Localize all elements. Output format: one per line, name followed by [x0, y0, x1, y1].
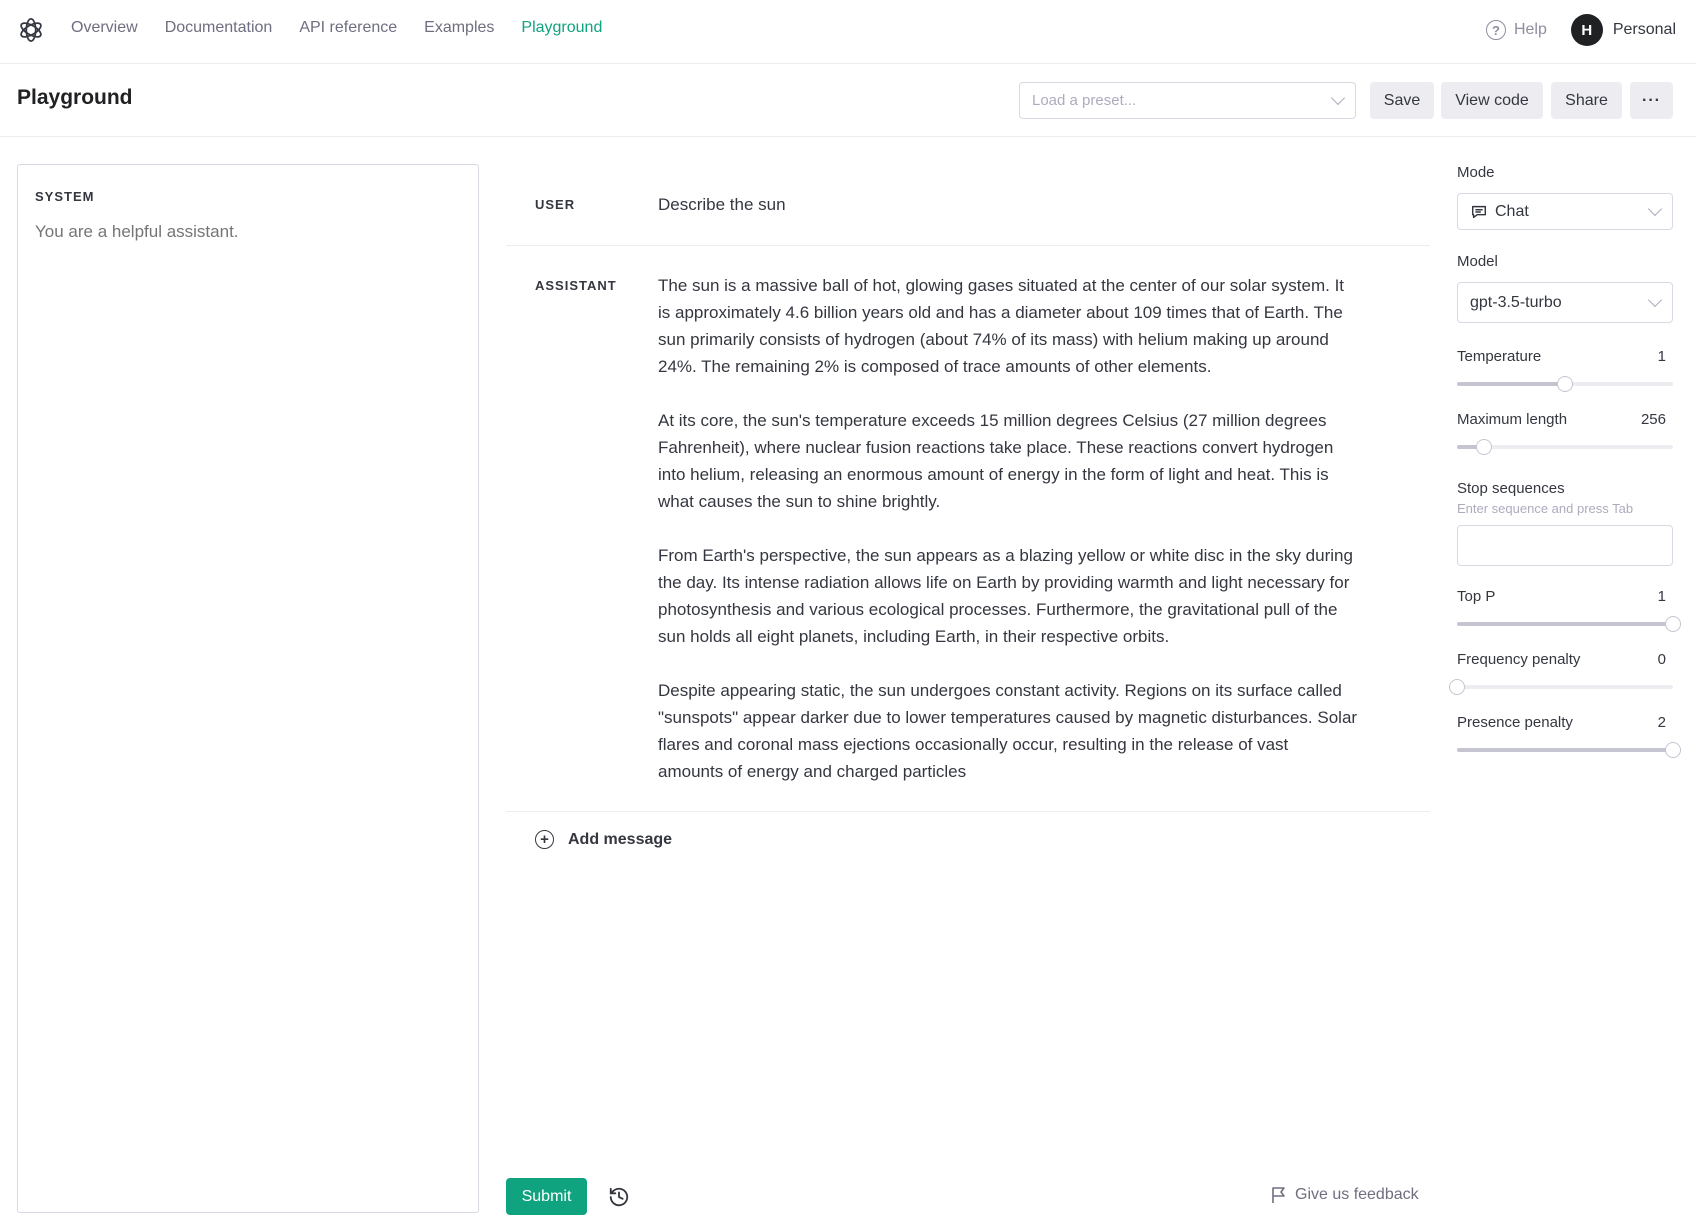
- nav-links: Overview Documentation API reference Exa…: [71, 19, 602, 37]
- message-content[interactable]: The sun is a massive ball of hot, glowin…: [658, 272, 1358, 785]
- question-circle-icon: ?: [1485, 20, 1506, 40]
- feedback-label: Give us feedback: [1295, 1186, 1419, 1203]
- slider-thumb[interactable]: [1476, 439, 1492, 455]
- message-assistant: ASSISTANT The sun is a massive ball of h…: [506, 246, 1430, 812]
- feedback-link[interactable]: Give us feedback: [1271, 1186, 1419, 1204]
- preset-select[interactable]: Load a preset...: [1019, 82, 1356, 119]
- stop-sequences-input[interactable]: [1457, 525, 1673, 566]
- openai-logo-icon[interactable]: [17, 16, 45, 44]
- top-p-control: Top P 1: [1457, 588, 1681, 634]
- slider-thumb[interactable]: [1449, 679, 1465, 695]
- save-button[interactable]: Save: [1370, 82, 1434, 119]
- role-label-assistant[interactable]: ASSISTANT: [535, 272, 658, 785]
- frequency-penalty-value[interactable]: 0: [1658, 651, 1666, 668]
- paragraph: Despite appearing static, the sun underg…: [658, 681, 1358, 781]
- account-label: Personal: [1612, 21, 1676, 38]
- frequency-penalty-slider[interactable]: [1449, 677, 1673, 697]
- message-user: USER Describe the sun: [506, 164, 1430, 246]
- system-panel: SYSTEM: [17, 164, 479, 1213]
- nav-api-reference[interactable]: API reference: [299, 19, 397, 37]
- presence-penalty-label: Presence penalty: [1457, 714, 1573, 731]
- paragraph: The sun is a massive ball of hot, glowin…: [658, 276, 1345, 376]
- max-length-slider[interactable]: [1457, 437, 1673, 457]
- nav-right: ? Help H Personal: [1485, 14, 1676, 46]
- slider-thumb[interactable]: [1665, 616, 1681, 632]
- paragraph: From Earth's perspective, the sun appear…: [658, 546, 1353, 646]
- max-length-value[interactable]: 256: [1641, 411, 1666, 428]
- nav-playground[interactable]: Playground: [521, 19, 602, 37]
- temperature-value[interactable]: 1: [1658, 348, 1666, 365]
- view-code-button[interactable]: View code: [1441, 82, 1543, 119]
- page-header: Playground Load a preset... Save View co…: [0, 64, 1696, 137]
- submit-button[interactable]: Submit: [506, 1178, 587, 1215]
- top-p-label: Top P: [1457, 588, 1496, 605]
- presence-penalty-control: Presence penalty 2: [1457, 714, 1681, 760]
- chat-icon: [1471, 205, 1487, 218]
- history-icon[interactable]: [608, 1186, 630, 1208]
- stop-sequences-hint: Enter sequence and press Tab: [1457, 501, 1634, 516]
- stop-sequences-label: Stop sequences: [1457, 480, 1565, 497]
- message-content[interactable]: Describe the sun: [658, 195, 786, 215]
- conversation: USER Describe the sun ASSISTANT The sun …: [506, 164, 1430, 867]
- role-label-user[interactable]: USER: [535, 197, 658, 212]
- temperature-label: Temperature: [1457, 348, 1542, 365]
- flag-icon: [1272, 1187, 1285, 1203]
- temperature-control: Temperature 1: [1457, 348, 1673, 394]
- model-label: Model: [1457, 253, 1498, 270]
- presence-penalty-value[interactable]: 2: [1658, 714, 1666, 731]
- add-message-button[interactable]: + Add message: [506, 812, 1430, 867]
- model-value: gpt-3.5-turbo: [1470, 293, 1562, 311]
- mode-select[interactable]: Chat: [1457, 193, 1673, 230]
- slider-thumb[interactable]: [1557, 376, 1573, 392]
- slider-fill: [1457, 748, 1673, 752]
- share-button[interactable]: Share: [1551, 82, 1622, 119]
- temperature-slider[interactable]: [1457, 374, 1673, 394]
- mode-value: Chat: [1495, 202, 1529, 220]
- model-select[interactable]: gpt-3.5-turbo: [1457, 282, 1673, 323]
- add-message-label: Add message: [568, 830, 673, 848]
- frequency-penalty-control: Frequency penalty 0: [1449, 651, 1673, 697]
- nav-overview[interactable]: Overview: [71, 19, 138, 37]
- more-options-button[interactable]: ···: [1630, 82, 1673, 119]
- preset-placeholder: Load a preset...: [1032, 92, 1137, 109]
- mode-label: Mode: [1457, 164, 1495, 181]
- top-p-value[interactable]: 1: [1658, 588, 1666, 605]
- account-menu[interactable]: H Personal: [1570, 14, 1676, 46]
- plus-circle-icon: +: [535, 830, 554, 849]
- chevron-down-icon: [1647, 201, 1663, 216]
- system-prompt-input[interactable]: [35, 222, 461, 1022]
- frequency-penalty-label: Frequency penalty: [1457, 651, 1581, 668]
- slider-thumb[interactable]: [1665, 742, 1681, 758]
- top-p-slider[interactable]: [1457, 614, 1681, 634]
- chevron-down-icon: [1330, 90, 1346, 105]
- nav-documentation[interactable]: Documentation: [165, 19, 273, 37]
- help-label: Help: [1513, 21, 1547, 38]
- chevron-down-icon: [1647, 292, 1663, 307]
- stop-sequences-control: Stop sequences Enter sequence and press …: [1457, 480, 1673, 566]
- system-label: SYSTEM: [35, 189, 95, 204]
- paragraph: At its core, the sun's temperature excee…: [658, 411, 1334, 511]
- nav-examples[interactable]: Examples: [424, 19, 494, 37]
- page-title: Playground: [17, 86, 133, 109]
- settings-panel: Mode Chat Model gpt-3.5-turbo Temperatur…: [1449, 164, 1681, 760]
- presence-penalty-slider[interactable]: [1457, 740, 1681, 760]
- max-length-label: Maximum length: [1457, 411, 1568, 428]
- help-link[interactable]: ? Help: [1485, 20, 1547, 40]
- avatar: H: [1570, 14, 1603, 46]
- slider-fill: [1457, 382, 1565, 386]
- slider-fill: [1457, 622, 1673, 626]
- top-nav: Overview Documentation API reference Exa…: [0, 0, 1696, 64]
- max-length-control: Maximum length 256: [1457, 411, 1673, 457]
